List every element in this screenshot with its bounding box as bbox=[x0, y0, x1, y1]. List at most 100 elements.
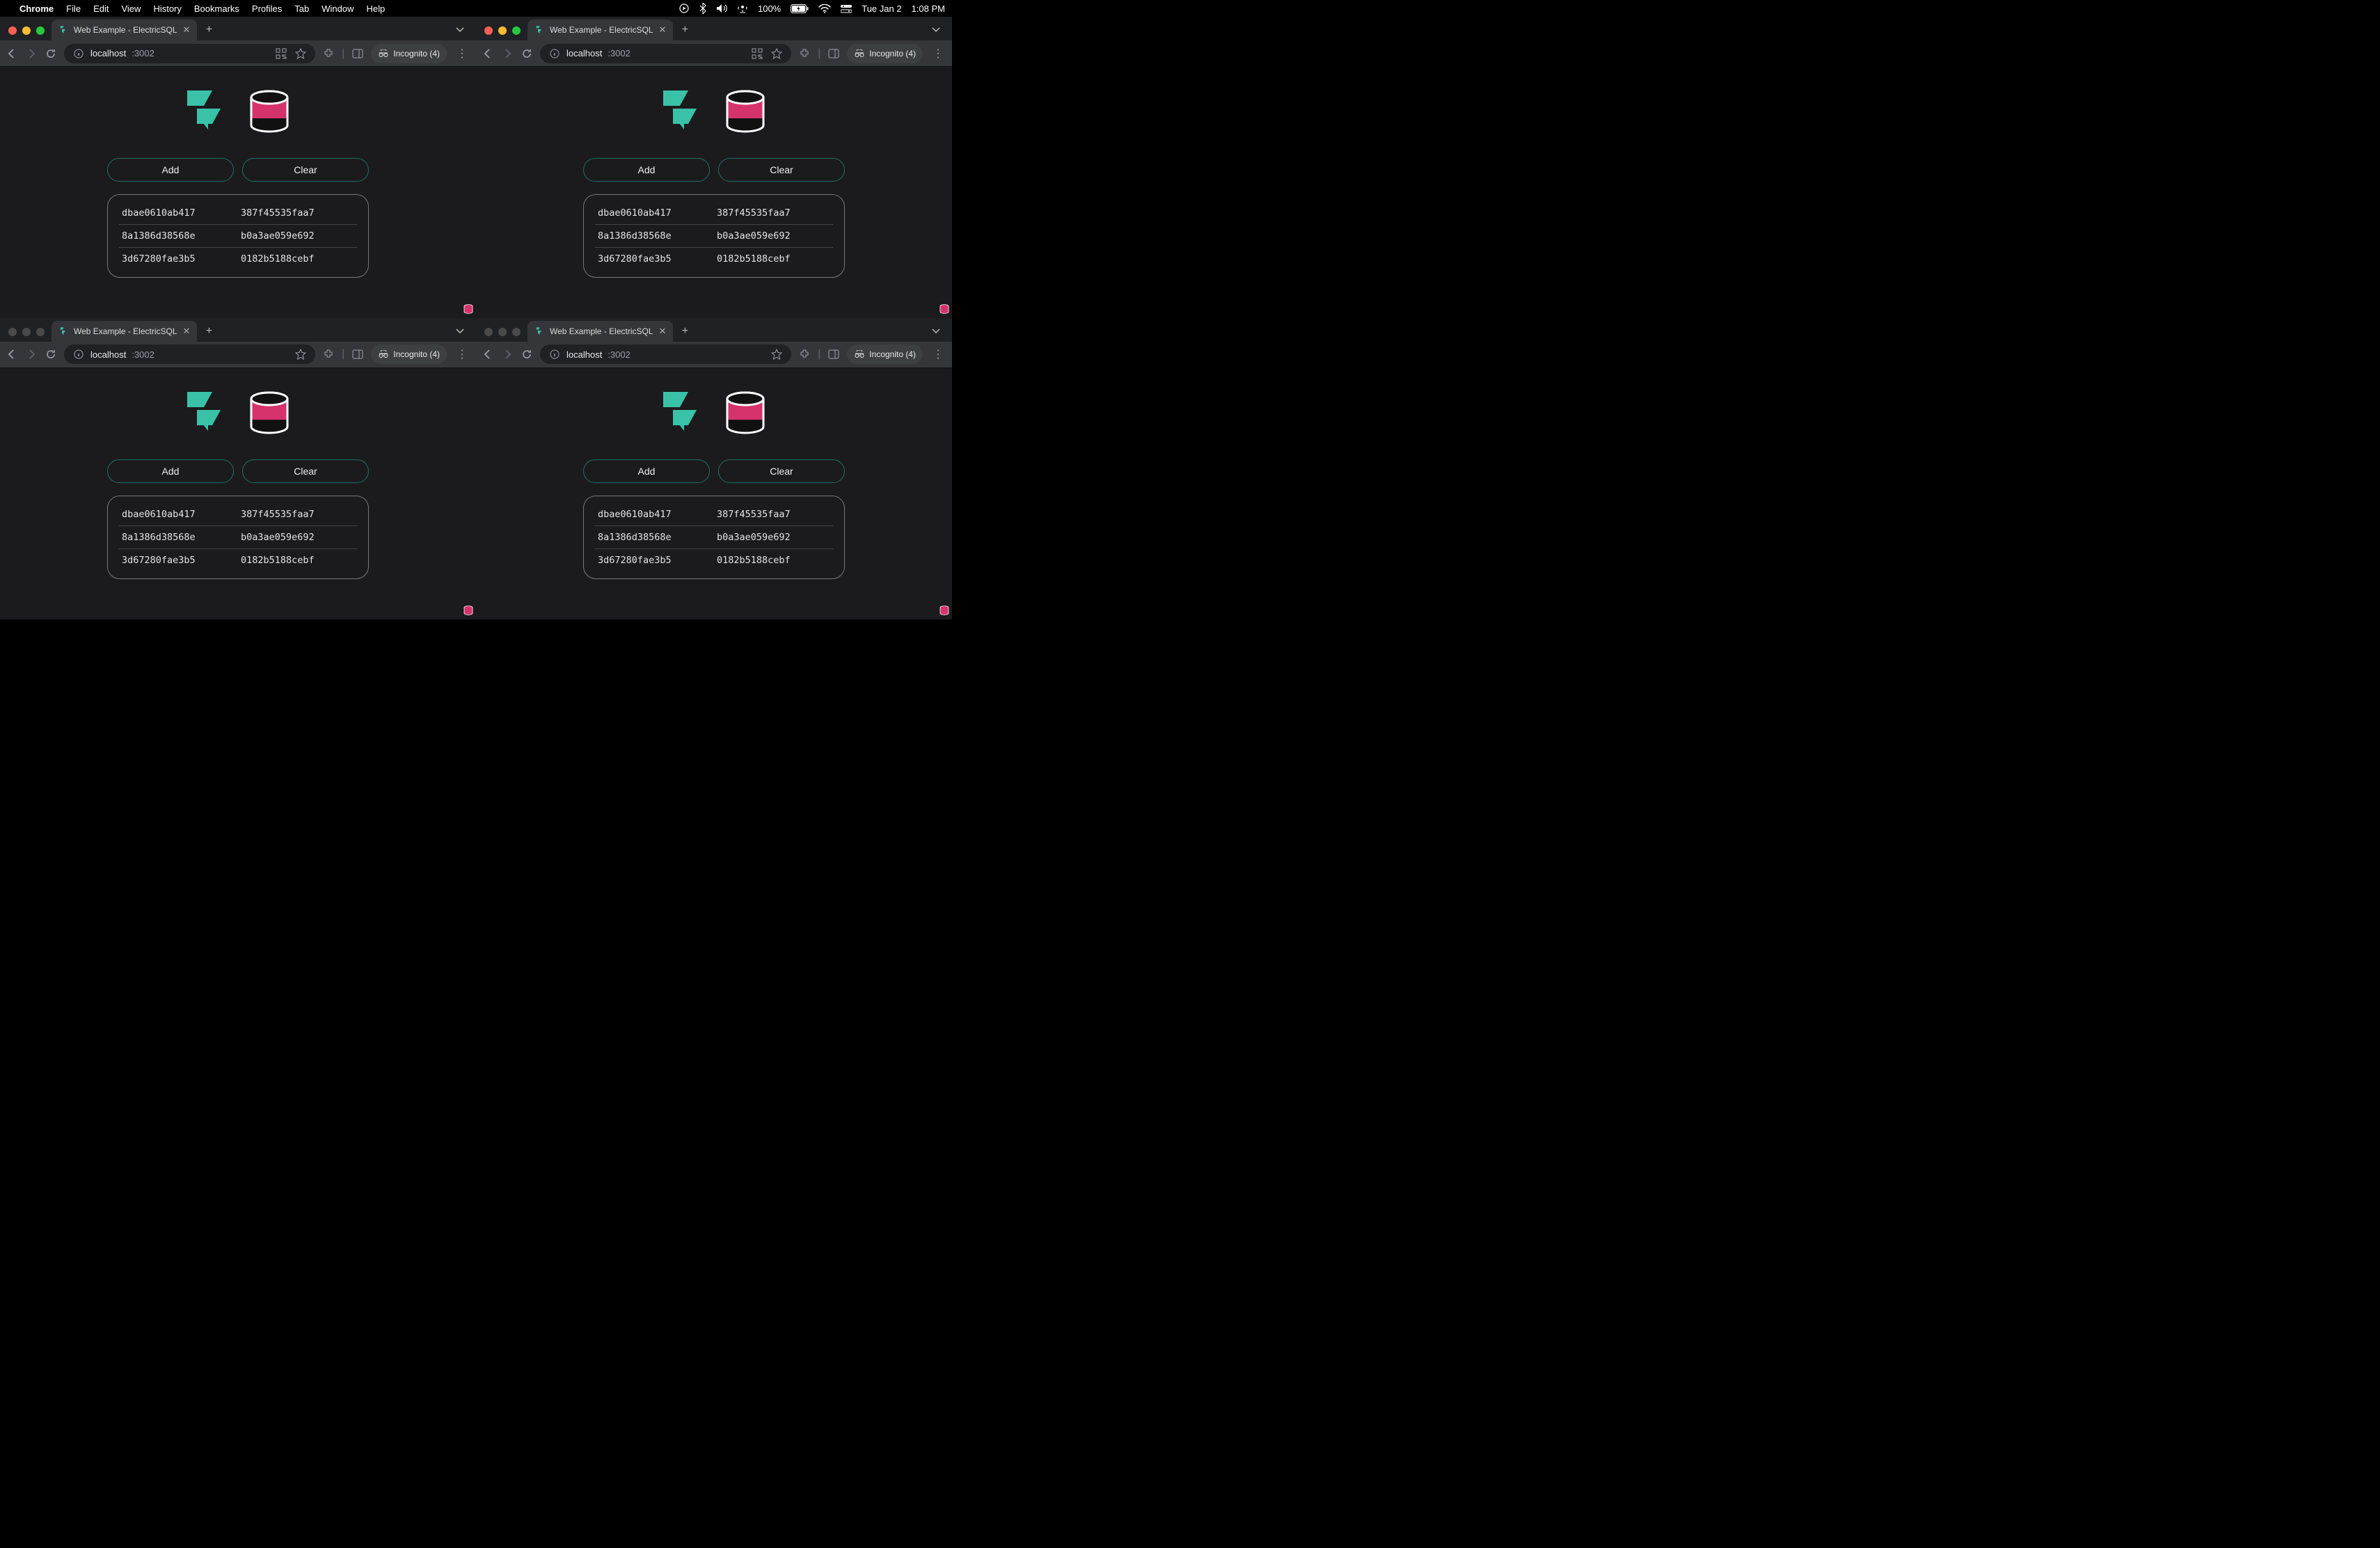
bookmark-star-icon[interactable] bbox=[294, 47, 307, 60]
menu-edit[interactable]: Edit bbox=[93, 3, 109, 14]
forward-icon[interactable] bbox=[25, 348, 38, 361]
menu-app[interactable]: Chrome bbox=[19, 3, 54, 14]
back-icon[interactable] bbox=[482, 348, 494, 361]
close-window-icon[interactable] bbox=[484, 26, 493, 35]
reload-icon[interactable] bbox=[45, 47, 57, 60]
add-button[interactable]: Add bbox=[107, 158, 234, 182]
close-tab-icon[interactable]: ✕ bbox=[183, 24, 191, 35]
fullscreen-window-icon[interactable] bbox=[512, 328, 521, 336]
volume-icon[interactable] bbox=[716, 3, 727, 13]
side-panel-icon[interactable] bbox=[351, 348, 364, 361]
browser-tab[interactable]: Web Example - ElectricSQL✕ bbox=[51, 19, 197, 40]
menubar-time[interactable]: 1:08 PM bbox=[912, 3, 945, 14]
tab-overflow-button[interactable] bbox=[451, 21, 469, 39]
battery-icon[interactable] bbox=[791, 4, 809, 13]
wifi-icon[interactable] bbox=[818, 4, 831, 13]
bluetooth-icon[interactable] bbox=[699, 3, 706, 14]
forward-icon[interactable] bbox=[25, 47, 38, 60]
fullscreen-window-icon[interactable] bbox=[512, 26, 521, 35]
clear-button[interactable]: Clear bbox=[242, 158, 369, 182]
bookmark-star-icon[interactable] bbox=[770, 47, 783, 60]
minimize-window-icon[interactable] bbox=[22, 328, 31, 336]
new-tab-button[interactable]: + bbox=[200, 21, 218, 39]
forward-icon[interactable] bbox=[501, 348, 514, 361]
site-info-icon[interactable] bbox=[548, 47, 561, 60]
display-icon[interactable] bbox=[737, 3, 748, 13]
extensions-icon[interactable] bbox=[798, 348, 811, 361]
menu-help[interactable]: Help bbox=[367, 3, 386, 14]
chrome-menu-icon[interactable]: ⋮ bbox=[930, 47, 946, 61]
close-tab-icon[interactable]: ✕ bbox=[183, 326, 191, 337]
tab-overflow-button[interactable] bbox=[927, 21, 945, 39]
close-window-icon[interactable] bbox=[8, 26, 17, 35]
new-tab-button[interactable]: + bbox=[676, 322, 694, 340]
site-info-icon[interactable] bbox=[72, 47, 85, 60]
site-info-icon[interactable] bbox=[72, 348, 85, 361]
menu-profiles[interactable]: Profiles bbox=[252, 3, 282, 14]
close-tab-icon[interactable]: ✕ bbox=[659, 24, 667, 35]
address-bar[interactable]: localhost:3002 bbox=[540, 44, 791, 63]
side-panel-icon[interactable] bbox=[827, 348, 840, 361]
address-bar[interactable]: localhost:3002 bbox=[540, 345, 791, 364]
fullscreen-window-icon[interactable] bbox=[36, 26, 45, 35]
browser-tab[interactable]: Web Example - ElectricSQL✕ bbox=[51, 321, 197, 342]
chrome-menu-icon[interactable]: ⋮ bbox=[930, 347, 946, 361]
menu-history[interactable]: History bbox=[153, 3, 181, 14]
address-bar[interactable]: localhost:3002 bbox=[64, 345, 315, 364]
forward-icon[interactable] bbox=[501, 47, 514, 60]
extensions-icon[interactable] bbox=[322, 47, 335, 60]
add-button[interactable]: Add bbox=[107, 459, 234, 483]
new-tab-button[interactable]: + bbox=[200, 322, 218, 340]
menu-bookmarks[interactable]: Bookmarks bbox=[194, 3, 239, 14]
chrome-menu-icon[interactable]: ⋮ bbox=[454, 47, 470, 61]
extensions-icon[interactable] bbox=[322, 348, 335, 361]
back-icon[interactable] bbox=[6, 348, 18, 361]
qr-icon[interactable] bbox=[275, 47, 287, 60]
devtools-db-icon[interactable] bbox=[463, 304, 473, 315]
menubar-date[interactable]: Tue Jan 2 bbox=[862, 3, 901, 14]
back-icon[interactable] bbox=[6, 47, 18, 60]
incognito-badge[interactable]: Incognito (4) bbox=[847, 345, 923, 364]
minimize-window-icon[interactable] bbox=[22, 26, 31, 35]
incognito-badge[interactable]: Incognito (4) bbox=[371, 44, 447, 63]
menu-file[interactable]: File bbox=[66, 3, 81, 14]
qr-icon[interactable] bbox=[751, 47, 763, 60]
clear-button[interactable]: Clear bbox=[718, 158, 845, 182]
chrome-menu-icon[interactable]: ⋮ bbox=[454, 347, 470, 361]
devtools-db-icon[interactable] bbox=[463, 606, 473, 617]
incognito-badge[interactable]: Incognito (4) bbox=[847, 44, 923, 63]
address-bar[interactable]: localhost:3002 bbox=[64, 44, 315, 63]
minimize-window-icon[interactable] bbox=[498, 328, 507, 336]
incognito-badge[interactable]: Incognito (4) bbox=[371, 345, 447, 364]
reload-icon[interactable] bbox=[521, 47, 533, 60]
add-button[interactable]: Add bbox=[583, 158, 710, 182]
reload-icon[interactable] bbox=[521, 348, 533, 361]
site-info-icon[interactable] bbox=[548, 348, 561, 361]
tab-overflow-button[interactable] bbox=[927, 322, 945, 340]
fullscreen-window-icon[interactable] bbox=[36, 328, 45, 336]
devtools-db-icon[interactable] bbox=[939, 304, 949, 315]
devtools-db-icon[interactable] bbox=[939, 606, 949, 617]
playback-icon[interactable] bbox=[679, 3, 690, 14]
menu-tab[interactable]: Tab bbox=[294, 3, 309, 14]
tab-overflow-button[interactable] bbox=[451, 322, 469, 340]
back-icon[interactable] bbox=[482, 47, 494, 60]
browser-tab[interactable]: Web Example - ElectricSQL✕ bbox=[527, 321, 673, 342]
bookmark-star-icon[interactable] bbox=[770, 348, 783, 361]
menu-view[interactable]: View bbox=[121, 3, 141, 14]
clear-button[interactable]: Clear bbox=[242, 459, 369, 483]
close-window-icon[interactable] bbox=[484, 328, 493, 336]
bookmark-star-icon[interactable] bbox=[294, 348, 307, 361]
add-button[interactable]: Add bbox=[583, 459, 710, 483]
menu-window[interactable]: Window bbox=[322, 3, 354, 14]
minimize-window-icon[interactable] bbox=[498, 26, 507, 35]
reload-icon[interactable] bbox=[45, 348, 57, 361]
side-panel-icon[interactable] bbox=[827, 47, 840, 60]
side-panel-icon[interactable] bbox=[351, 47, 364, 60]
new-tab-button[interactable]: + bbox=[676, 21, 694, 39]
close-tab-icon[interactable]: ✕ bbox=[659, 326, 667, 337]
close-window-icon[interactable] bbox=[8, 328, 17, 336]
control-center-icon[interactable] bbox=[841, 4, 852, 13]
browser-tab[interactable]: Web Example - ElectricSQL✕ bbox=[527, 19, 673, 40]
extensions-icon[interactable] bbox=[798, 47, 811, 60]
